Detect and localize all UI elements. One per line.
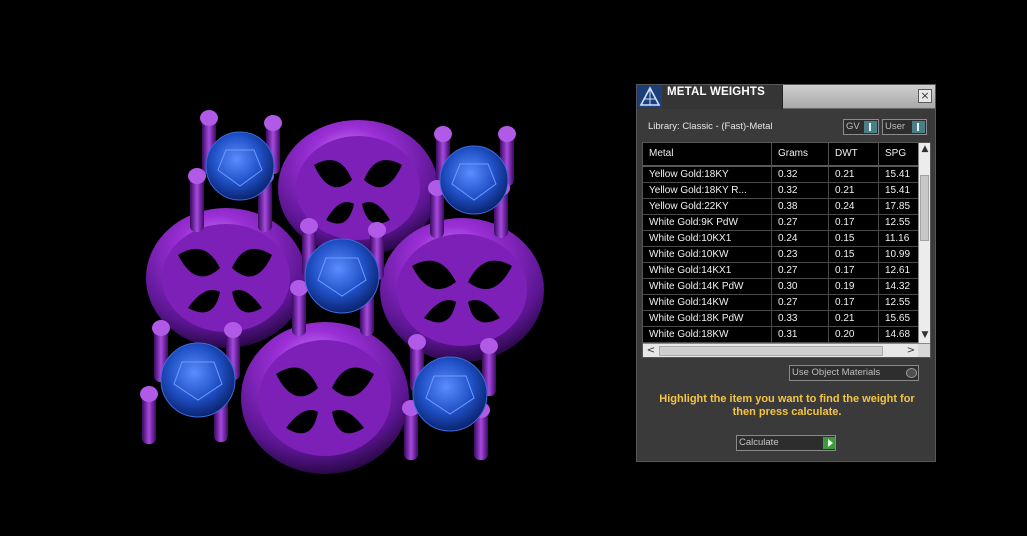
table-cell-grams: 0.32: [772, 167, 829, 183]
vertical-scrollbar[interactable]: ▲ ▼: [918, 143, 930, 343]
table-cell-grams: 0.33: [772, 311, 829, 327]
instructions-text: Highlight the item you want to find the …: [659, 393, 915, 418]
table-cell-spg: 10.99: [885, 249, 911, 260]
panel-title-tab: METAL WEIGHTS: [637, 85, 783, 109]
table-cell-grams: 0.27: [772, 295, 829, 311]
table-cell-spg: 12.55: [885, 217, 911, 228]
table-cell-grams: 0.27: [772, 263, 829, 279]
column-header-dwt[interactable]: DWT: [829, 143, 879, 165]
table-cell-grams: 0.30: [772, 279, 829, 295]
panel-title: METAL WEIGHTS: [667, 86, 766, 98]
radio-icon[interactable]: [906, 368, 917, 378]
table-row[interactable]: White Gold:14K PdW 0.30 0.19 14.32: [643, 279, 918, 295]
scroll-down-icon[interactable]: ▼: [919, 329, 930, 341]
metal-sphere-right: [380, 218, 544, 362]
use-object-materials-toggle[interactable]: Use Object Materials: [789, 365, 919, 381]
table-cell-dwt: 0.17: [829, 263, 879, 279]
table-cell-metal: White Gold:10KW: [643, 247, 772, 263]
table-cell-metal: White Gold:14KW: [643, 295, 772, 311]
table-row[interactable]: White Gold:14KW 0.27 0.17 12.55: [643, 295, 918, 311]
column-header-metal[interactable]: Metal: [643, 143, 772, 165]
table-row[interactable]: Yellow Gold:18KY 0.32 0.21 15.41: [643, 167, 918, 183]
column-header-spg[interactable]: SPG: [879, 143, 919, 165]
table-cell-metal: White Gold:14KX1: [643, 263, 772, 279]
scrollbar-thumb[interactable]: [920, 175, 929, 241]
toggle-switch-icon: [864, 121, 877, 133]
scroll-up-icon[interactable]: ▲: [919, 143, 930, 155]
table-cell-metal: White Gold:9K PdW: [643, 215, 772, 231]
table-cell-grams: 0.31: [772, 327, 829, 343]
horizontal-scrollbar[interactable]: < >: [643, 343, 930, 357]
table-cell-dwt: 0.17: [829, 295, 879, 311]
table-cell-dwt: 0.21: [829, 167, 879, 183]
close-button[interactable]: ×: [918, 89, 932, 103]
table-cell-dwt: 0.15: [829, 247, 879, 263]
table-cell-metal: Yellow Gold:18KY R...: [643, 183, 772, 199]
library-label: Library: Classic - (Fast)-Metal: [648, 121, 773, 132]
table-cell-dwt: 0.19: [829, 279, 879, 295]
use-object-materials-label: Use Object Materials: [792, 367, 881, 378]
ring-model-render: [140, 110, 544, 474]
close-icon: ×: [920, 89, 930, 102]
table-row[interactable]: White Gold:18KW 0.31 0.20 14.68: [643, 327, 918, 343]
table-cell-spg: 14.32: [885, 281, 911, 292]
table-cell-dwt: 0.20: [829, 327, 879, 343]
table-cell-spg: 11.16: [885, 233, 910, 244]
table-cell-dwt: 0.24: [829, 199, 879, 215]
user-toggle-label: User: [885, 121, 906, 132]
table-cell-spg: 14.68: [885, 329, 911, 340]
calculate-label: Calculate: [739, 437, 779, 448]
metal-weights-panel: METAL WEIGHTS × Library: Classic - (Fast…: [636, 84, 936, 462]
table-cell-spg: 15.41: [885, 185, 911, 196]
metal-table[interactable]: Metal Grams DWT SPG Yellow Gold:18KY 0.32…: [642, 142, 931, 358]
table-cell-spg: 15.65: [885, 313, 911, 324]
table-cell-spg: 17.85: [885, 201, 911, 212]
table-cell-spg: 15.41: [885, 169, 911, 180]
table-cell-metal: Yellow Gold:18KY: [643, 167, 772, 183]
table-cell-metal: White Gold:14K PdW: [643, 279, 772, 295]
3d-viewport[interactable]: [0, 0, 630, 536]
play-arrow-icon: [823, 437, 835, 449]
calculate-button[interactable]: Calculate: [736, 435, 836, 451]
table-cell-grams: 0.23: [772, 247, 829, 263]
table-body: Yellow Gold:18KY 0.32 0.21 15.41 Yellow Gold…: [643, 167, 918, 343]
table-cell-grams: 0.32: [772, 183, 829, 199]
table-header: Metal Grams DWT SPG: [643, 143, 918, 167]
table-row[interactable]: Yellow Gold:18KY R... 0.32 0.21 15.41: [643, 183, 918, 199]
toggle-switch-icon: [912, 121, 925, 133]
panel-titlebar[interactable]: METAL WEIGHTS ×: [637, 85, 935, 109]
scrollbar-thumb[interactable]: [659, 346, 883, 356]
table-row[interactable]: White Gold:10KW 0.23 0.15 10.99: [643, 247, 918, 263]
table-row[interactable]: White Gold:18K PdW 0.33 0.21 15.65: [643, 311, 918, 327]
table-row[interactable]: White Gold:9K PdW 0.27 0.17 12.55: [643, 215, 918, 231]
gv-toggle-label: GV: [846, 121, 860, 132]
table-cell-metal: White Gold:18KW: [643, 327, 772, 343]
metal-sphere-bottom: [241, 322, 409, 474]
table-cell-grams: 0.24: [772, 231, 829, 247]
table-cell-dwt: 0.21: [829, 311, 879, 327]
gv-toggle[interactable]: GV: [843, 119, 879, 135]
table-cell-grams: 0.27: [772, 215, 829, 231]
table-row[interactable]: White Gold:14KX1 0.27 0.17 12.61: [643, 263, 918, 279]
table-cell-dwt: 0.21: [829, 183, 879, 199]
gemvision-logo-icon: [638, 86, 662, 108]
table-cell-metal: White Gold:18K PdW: [643, 311, 772, 327]
table-cell-dwt: 0.15: [829, 231, 879, 247]
table-cell-metal: Yellow Gold:22KY: [643, 199, 772, 215]
table-cell-spg: 12.61: [885, 265, 911, 276]
user-toggle[interactable]: User: [882, 119, 927, 135]
table-cell-grams: 0.38: [772, 199, 829, 215]
scroll-right-icon[interactable]: >: [905, 344, 917, 357]
table-row[interactable]: Yellow Gold:22KY 0.38 0.24 17.85: [643, 199, 918, 215]
table-cell-metal: White Gold:10KX1: [643, 231, 772, 247]
table-row[interactable]: White Gold:10KX1 0.24 0.15 11.16: [643, 231, 918, 247]
table-cell-spg: 12.55: [885, 297, 911, 308]
column-header-grams[interactable]: Grams: [772, 143, 829, 165]
scroll-left-icon[interactable]: <: [645, 344, 657, 357]
table-cell-dwt: 0.17: [829, 215, 879, 231]
scrollbar-corner: [918, 344, 930, 357]
